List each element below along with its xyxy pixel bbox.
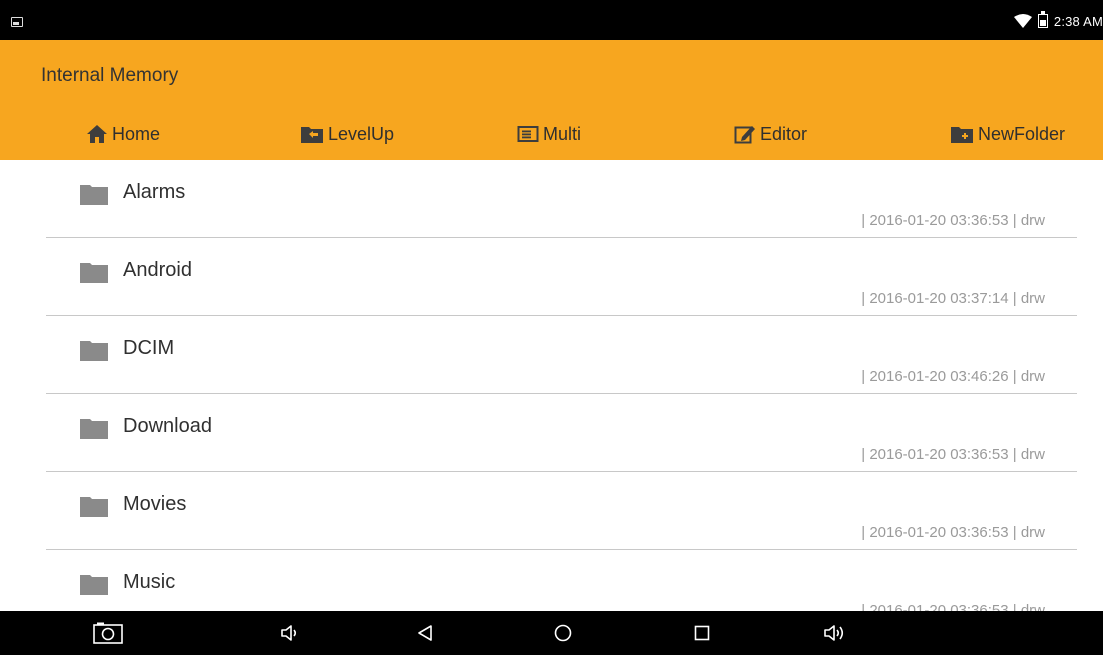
file-list: Alarms | 2016-01-20 03:36:53 | drw Andro… [0,160,1103,611]
folder-icon [80,497,108,517]
app-header: Internal Memory Home LevelUp Multi Edito… [0,40,1103,160]
file-meta: | 2016-01-20 03:36:53 | drw [861,212,1045,229]
folder-icon [80,419,108,439]
toolbar: Home LevelUp Multi Editor NewFolder [0,116,1103,152]
back-icon [418,625,432,641]
home-circle-icon [554,624,572,642]
list-item[interactable]: DCIM | 2016-01-20 03:46:26 | drw [46,316,1077,394]
file-name: Music [123,571,176,593]
folder-icon [80,185,108,205]
file-name: Download [123,415,212,437]
file-name: DCIM [123,337,175,359]
file-meta: | 2016-01-20 03:36:53 | drw [861,446,1045,463]
folder-icon [80,575,108,595]
list-item[interactable]: Download | 2016-01-20 03:36:53 | drw [46,394,1077,472]
list-item[interactable]: Android | 2016-01-20 03:37:14 | drw [46,238,1077,316]
file-name: Alarms [123,181,186,203]
multi-button-label: Multi [543,123,582,144]
edit-icon [734,126,755,144]
folder-icon [80,341,108,361]
level-up-button[interactable]: LevelUp [300,116,394,152]
wifi-icon [1013,14,1032,28]
volume-down-icon [281,625,297,641]
file-name: Android [123,259,192,281]
recents-button[interactable] [687,618,717,648]
editor-button[interactable]: Editor [734,116,807,152]
home-button-label: Home [112,123,161,144]
multi-button[interactable]: Multi [517,116,581,152]
list-item[interactable]: Alarms | 2016-01-20 03:36:53 | drw [46,160,1077,238]
volume-down-button[interactable] [275,618,305,648]
screenshot-button[interactable] [93,618,123,648]
volume-up-button[interactable] [820,618,850,648]
folder-icon [80,263,108,283]
new-folder-icon [951,127,973,143]
battery-icon [1037,11,1048,28]
list-item[interactable]: Movies | 2016-01-20 03:36:53 | drw [46,472,1077,550]
folder-up-icon [301,127,323,143]
multi-select-icon [517,126,539,142]
new-folder-button[interactable]: NewFolder [950,116,1065,152]
home-button[interactable]: Home [86,116,160,152]
current-path-title: Internal Memory [41,65,179,86]
volume-up-icon [824,625,844,641]
navigation-bar [0,611,1103,655]
editor-button-label: Editor [760,123,808,144]
recents-icon [694,625,710,641]
status-bar: 2:38 AM [0,0,1103,40]
back-button[interactable] [410,618,440,648]
home-nav-button[interactable] [548,618,578,648]
notification-image-icon [11,17,23,27]
status-indicators: 2:38 AM [1013,11,1103,31]
file-name: Movies [123,493,187,515]
file-meta: | 2016-01-20 03:46:26 | drw [861,368,1045,385]
list-item[interactable]: Music | 2016-01-20 03:36:53 | drw [46,550,1077,611]
file-meta: | 2016-01-20 03:36:53 | drw [861,602,1045,611]
home-icon [87,125,107,143]
file-meta: | 2016-01-20 03:36:53 | drw [861,524,1045,541]
screenshot-icon [93,622,123,644]
file-manager-app: 2:38 AM Internal Memory Home LevelUp Mul… [0,0,1103,655]
level-up-button-label: LevelUp [328,123,395,144]
file-meta: | 2016-01-20 03:37:14 | drw [861,290,1045,307]
new-folder-button-label: NewFolder [978,123,1066,144]
clock: 2:38 AM [1053,13,1103,29]
